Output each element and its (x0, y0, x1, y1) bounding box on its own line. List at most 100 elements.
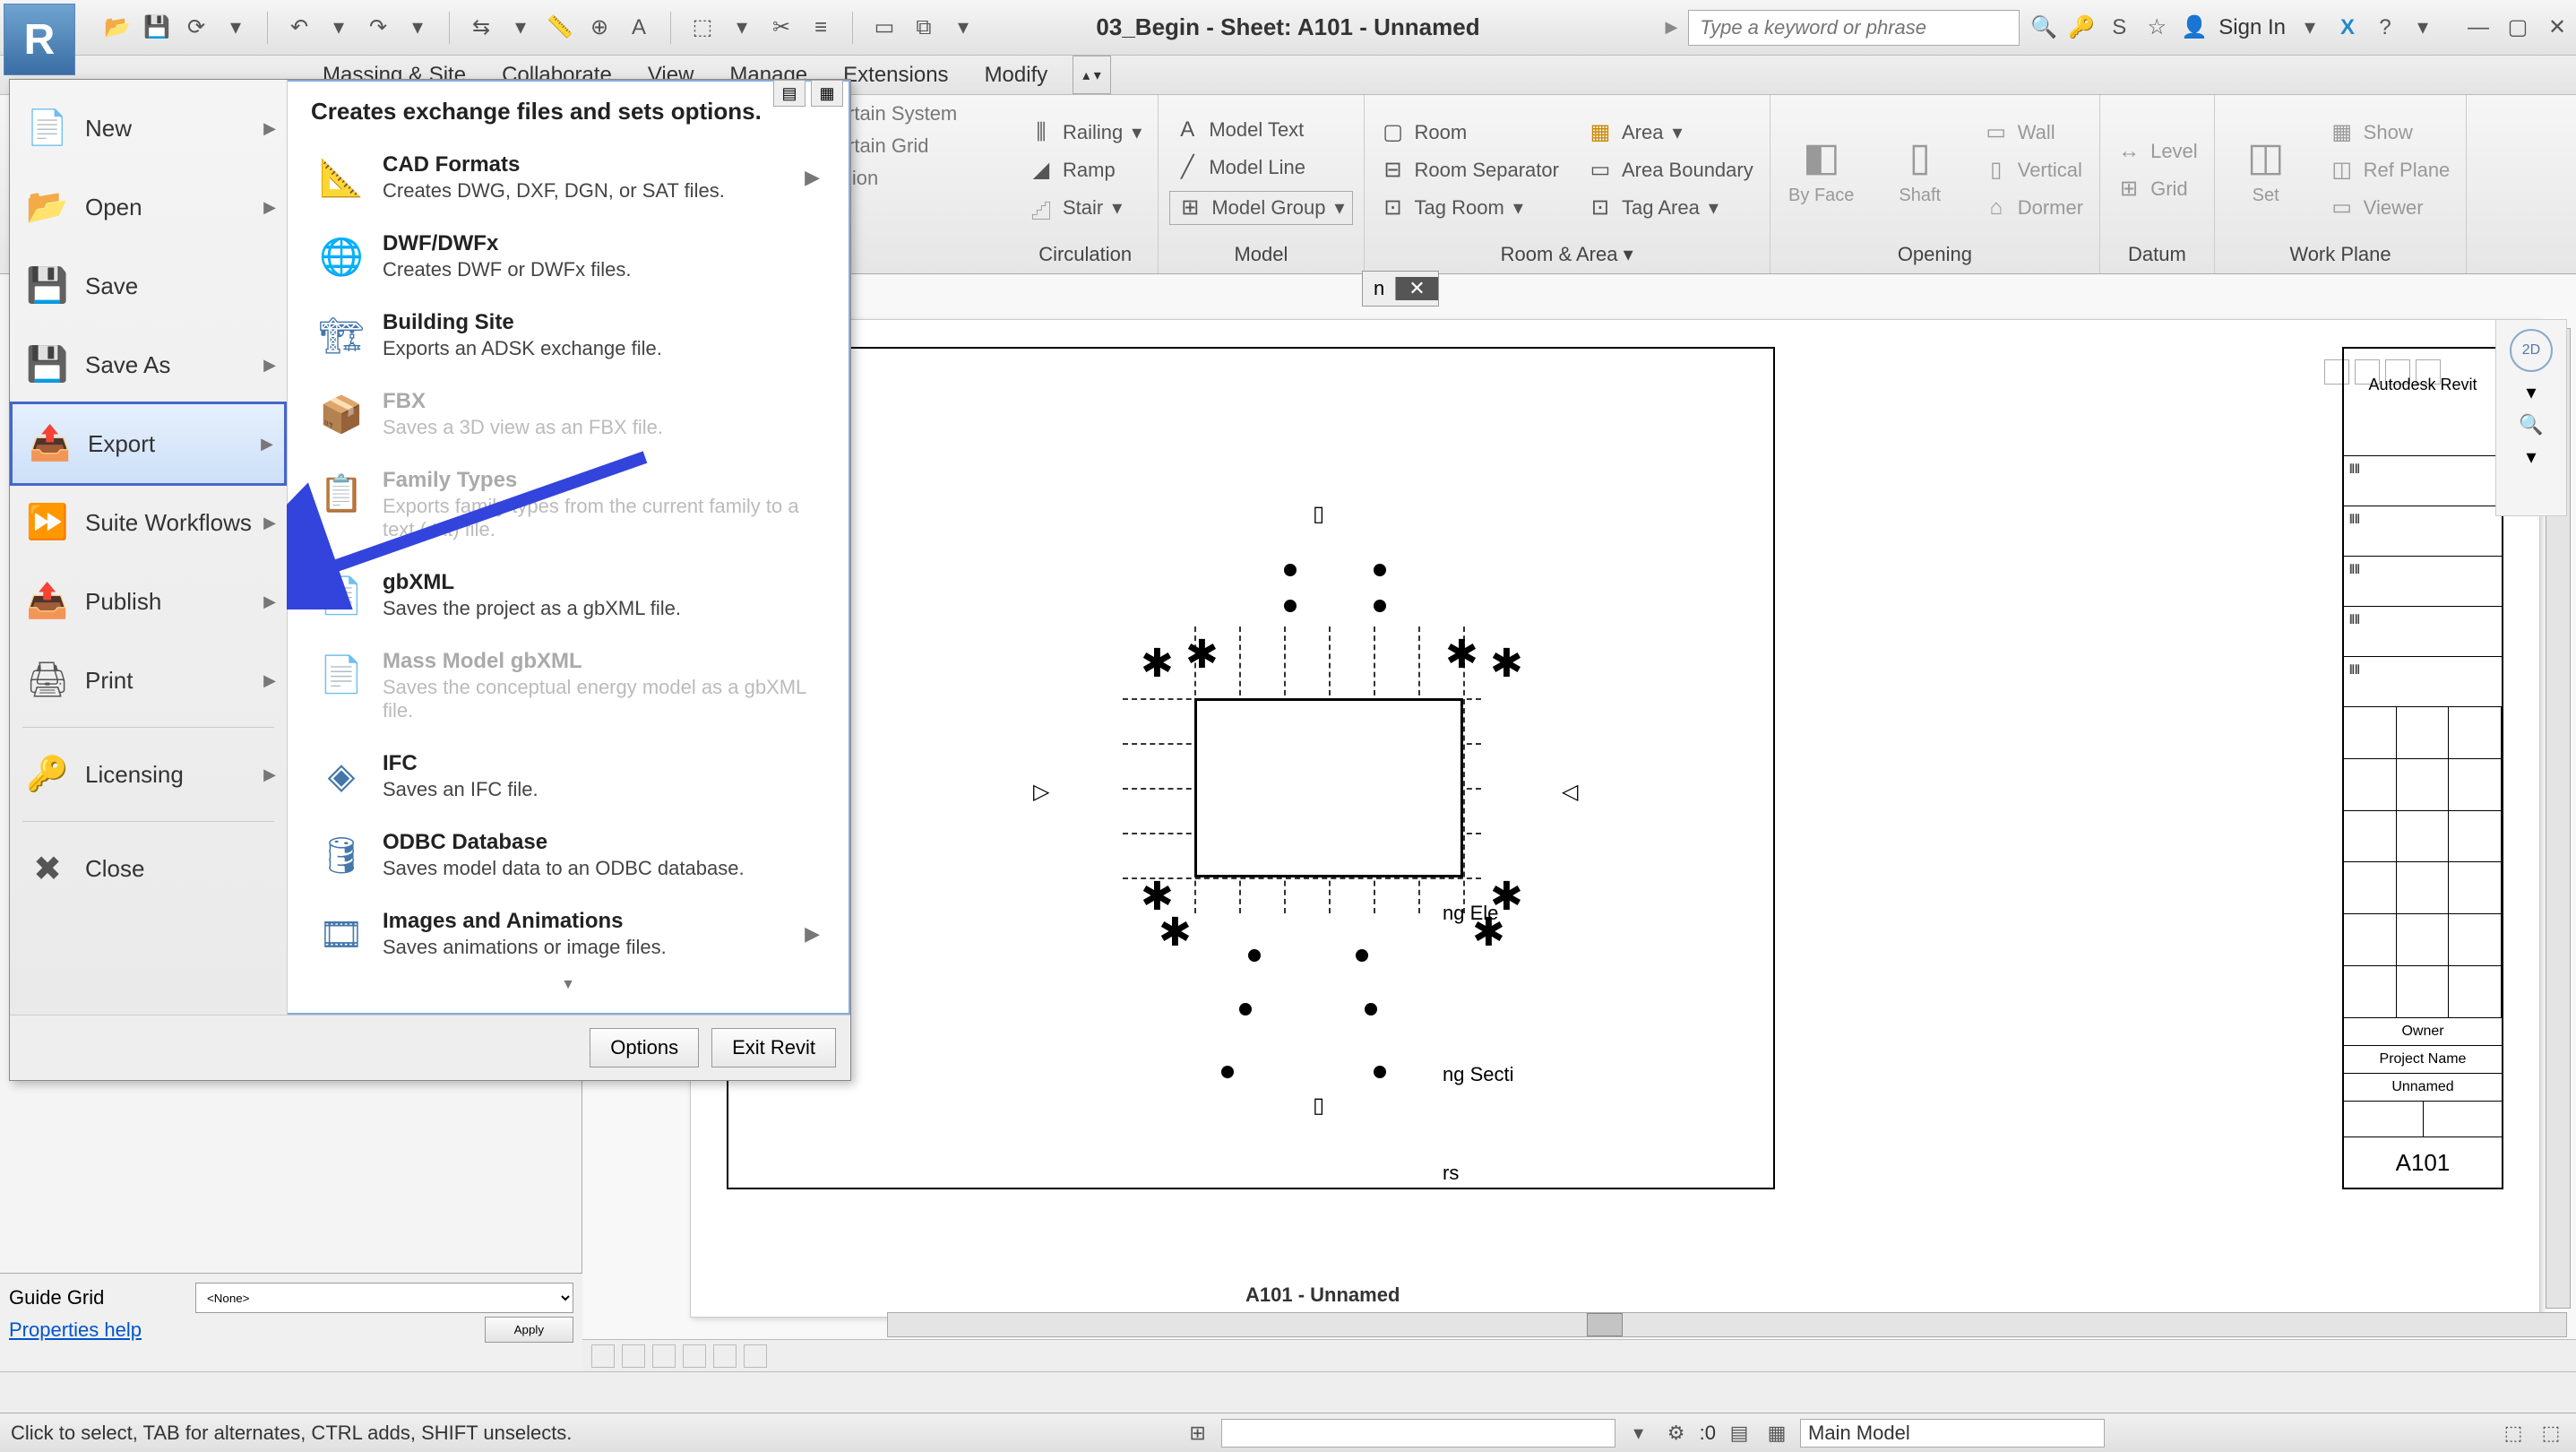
nav-dropdown-icon[interactable]: ▾ (2526, 381, 2536, 404)
appmenu-licensing[interactable]: 🔑Licensing▶ (10, 735, 287, 814)
exchange-icon[interactable]: X (2334, 14, 2361, 41)
design-options-icon[interactable]: ▦ (1762, 1419, 1791, 1448)
editable-only-icon[interactable]: ▾ (1624, 1419, 1653, 1448)
dropdown-icon[interactable]: ▾ (950, 14, 977, 41)
appmenu-export[interactable]: 📤Export▶ (10, 402, 287, 486)
options-button[interactable]: Options (590, 1028, 699, 1067)
ramp-button[interactable]: ◢Ramp (1023, 156, 1147, 185)
view-tab[interactable]: n ✕ (1362, 271, 1439, 307)
open-docs-icon[interactable]: ▦ (811, 80, 843, 107)
star-icon[interactable]: ☆ (2143, 14, 2170, 41)
navigation-bar[interactable]: 2D ▾ 🔍 ▾ (2495, 319, 2567, 516)
show-button[interactable]: ▦Show (2324, 118, 2456, 147)
undo-icon[interactable]: ↶ (286, 14, 313, 41)
align-icon[interactable]: ⇆ (468, 14, 495, 41)
viewer-button[interactable]: ▭Viewer (2324, 194, 2456, 222)
section-icon[interactable]: ✂ (768, 14, 795, 41)
text-icon[interactable]: A (625, 14, 652, 41)
export-odbc-database[interactable]: 🛢ODBC DatabaseSaves model data to an ODB… (311, 816, 825, 895)
close-views-icon[interactable]: ▭ (871, 14, 898, 41)
s-icon[interactable]: S (2106, 14, 2132, 41)
tag-area-button[interactable]: ⊡Tag Area ▾ (1582, 194, 1759, 222)
model-group-button[interactable]: ⊞Model Group ▾ (1169, 191, 1352, 225)
dropdown-icon[interactable]: ▾ (325, 14, 352, 41)
dormer-button[interactable]: ⌂Dormer (1978, 194, 2089, 222)
zoom-icon[interactable]: 🔍 (2519, 413, 2543, 436)
view3d-icon[interactable]: ⬚ (689, 14, 716, 41)
appmenu-save-as[interactable]: 💾Save As▶ (10, 325, 287, 404)
area-boundary-button[interactable]: ▭Area Boundary (1582, 156, 1759, 185)
room-sep-button[interactable]: ⊟Room Separator (1375, 156, 1564, 185)
ribbon-expander[interactable]: ▴ ▾ (1073, 56, 1111, 94)
apply-button[interactable]: Apply (485, 1317, 573, 1343)
level-button[interactable]: ↔Level (2111, 137, 2203, 166)
view-crop-icon[interactable] (744, 1344, 767, 1368)
appmenu-print[interactable]: 🖨Print▶ (10, 641, 287, 720)
ref-plane-button[interactable]: ◫Ref Plane (2324, 156, 2456, 185)
exit-revit-button[interactable]: Exit Revit (711, 1028, 836, 1067)
drawing-viewport[interactable]: ✱ ✱ ✱ ✱ ✱ ✱ ✱ ✱ (727, 347, 1775, 1189)
view-scale-icon[interactable] (591, 1344, 615, 1368)
design-option-select[interactable]: Main Model (1800, 1419, 2105, 1448)
by-face-button[interactable]: ◧By Face (1781, 100, 1862, 239)
dropdown-icon[interactable]: ▾ (222, 14, 249, 41)
browser-node[interactable]: A101 - Unnamed (1210, 1282, 1400, 1309)
nav-wheel-icon[interactable]: 2D (2510, 329, 2553, 372)
export-images-and-animations[interactable]: 🎞Images and AnimationsSaves animations o… (311, 895, 825, 973)
binoculars-icon[interactable]: 🔍 (2030, 14, 2057, 41)
wall-opening-button[interactable]: ▭Wall (1978, 118, 2089, 147)
dropdown-icon[interactable]: ▾ (404, 14, 431, 41)
appmenu-publish[interactable]: 📤Publish▶ (10, 562, 287, 641)
model-line-button[interactable]: ╱Model Line (1169, 153, 1352, 182)
thin-lines-icon[interactable]: ≡ (807, 14, 834, 41)
key-icon[interactable]: 🔑 (2068, 14, 2095, 41)
vertical-opening-button[interactable]: ▯Vertical (1978, 156, 2089, 185)
guide-grid-select[interactable]: <None> (195, 1283, 573, 1313)
revit-app-button[interactable]: R (4, 4, 75, 75)
view-sun-icon[interactable] (683, 1344, 706, 1368)
save-icon[interactable]: 💾 (143, 14, 170, 41)
view-style-icon[interactable] (652, 1344, 676, 1368)
dim-icon[interactable]: ⊕ (586, 14, 613, 41)
model-text-button[interactable]: AModel Text (1169, 116, 1352, 144)
dropdown-icon[interactable]: ▾ (2409, 14, 2436, 41)
export-building-site[interactable]: 🏗Building SiteExports an ADSK exchange f… (311, 296, 825, 375)
select-links-icon[interactable]: ⬚ (2499, 1419, 2528, 1448)
help-icon[interactable]: ? (2372, 14, 2399, 41)
room-button[interactable]: ▢Room (1375, 118, 1564, 147)
export-ifc[interactable]: ◈IFCSaves an IFC file. (311, 737, 825, 816)
close-icon[interactable]: ✕ (2544, 14, 2571, 41)
export-dwf-dwfx[interactable]: 🌐DWF/DWFxCreates DWF or DWFx files. (311, 217, 825, 296)
minimize-icon[interactable]: — (2465, 14, 2492, 41)
workset-dropdown[interactable] (1221, 1419, 1615, 1448)
user-icon[interactable]: 👤 (2181, 14, 2208, 41)
properties-help-link[interactable]: Properties help (9, 1318, 142, 1342)
tab-modify[interactable]: Modify (967, 56, 1066, 94)
switch-windows-icon[interactable]: ⧉ (910, 14, 937, 41)
export-cad-formats[interactable]: 📐CAD FormatsCreates DWG, DXF, DGN, or SA… (311, 138, 825, 217)
set-workplane-button[interactable]: ◫Set (2226, 100, 2306, 239)
filter-icon[interactable]: ▤ (1725, 1419, 1753, 1448)
appmenu-suite-workflows[interactable]: ⏩Suite Workflows▶ (10, 483, 287, 562)
search-input[interactable] (1688, 10, 2020, 46)
redo-icon[interactable]: ↷ (365, 14, 392, 41)
maximize-icon[interactable]: ▢ (2504, 14, 2531, 41)
select-pinned-icon[interactable]: ⬚ (2537, 1419, 2565, 1448)
dropdown-icon[interactable]: ▾ (2296, 14, 2323, 41)
nav-dropdown-icon[interactable]: ▾ (2526, 445, 2536, 469)
horizontal-scrollbar[interactable] (887, 1312, 2567, 1337)
signin-button[interactable]: Sign In (2218, 15, 2286, 40)
tag-room-button[interactable]: ⊡Tag Room ▾ (1375, 194, 1564, 222)
railing-button[interactable]: ⫼Railing ▾ (1023, 118, 1147, 147)
appmenu-open[interactable]: 📂Open▶ (10, 168, 287, 246)
sync-icon[interactable]: ⚙ (1662, 1419, 1691, 1448)
recent-docs-icon[interactable]: ▤ (773, 80, 806, 107)
appmenu-scroll-down[interactable]: ▼ (311, 973, 825, 997)
sync-icon[interactable]: ⟳ (183, 14, 210, 41)
export-gbxml[interactable]: 📄gbXMLSaves the project as a gbXML file. (311, 556, 825, 635)
measure-icon[interactable]: 📏 (547, 14, 573, 41)
dropdown-icon[interactable]: ▾ (728, 14, 755, 41)
worksets-icon[interactable]: ⊞ (1184, 1419, 1212, 1448)
view-shadow-icon[interactable] (713, 1344, 737, 1368)
close-view-icon[interactable]: ✕ (1395, 277, 1437, 300)
